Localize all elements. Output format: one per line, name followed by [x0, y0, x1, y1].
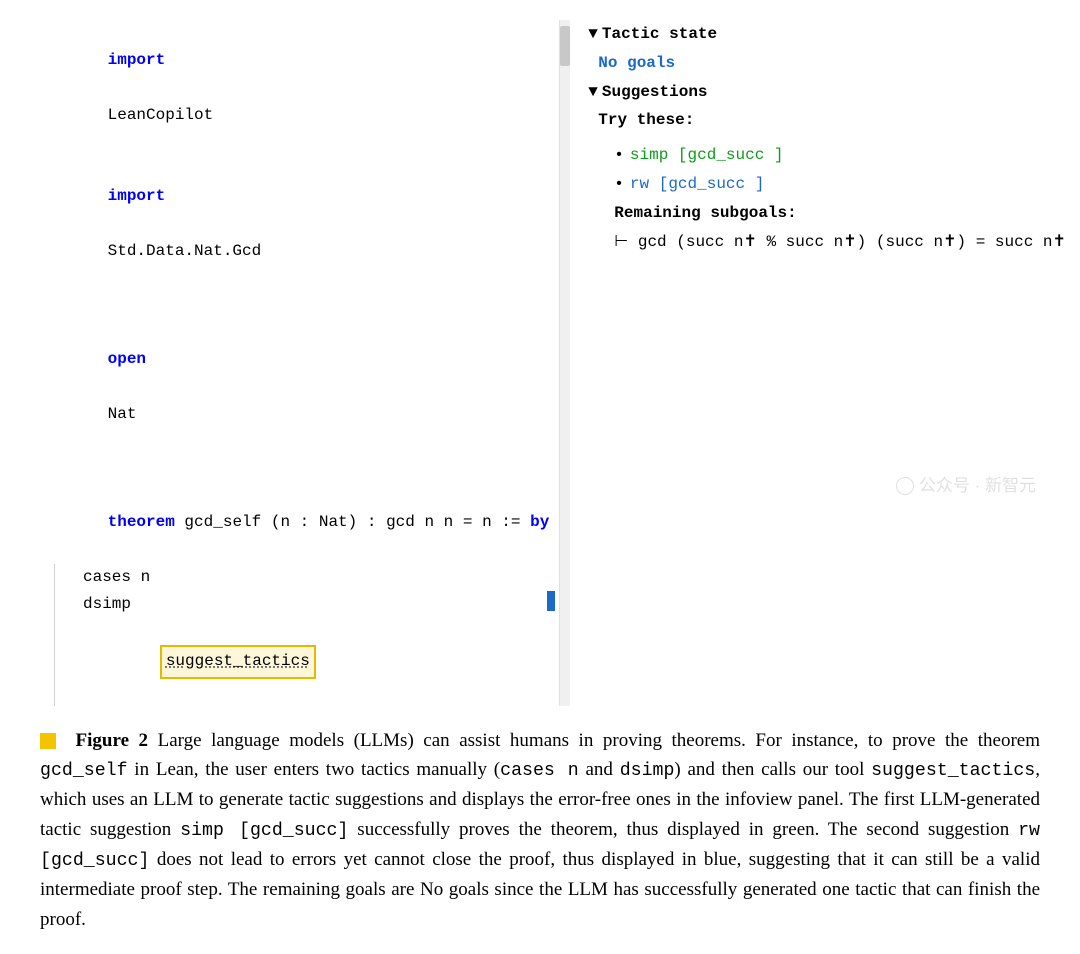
- suggestion-tactic-success: simp [gcd_succ ]: [630, 141, 784, 170]
- tactic-cases: cases n: [83, 564, 549, 591]
- remaining-subgoals-label: Remaining subgoals:: [588, 199, 1066, 228]
- caption-text: ) and then calls our tool: [674, 759, 871, 780]
- code-panel: import LeanCopilot import Std.Data.Nat.G…: [40, 20, 559, 706]
- figure-marker-icon: [40, 733, 56, 749]
- tactic-dsimp: dsimp: [83, 591, 549, 618]
- keyword-import: import: [108, 187, 166, 205]
- suggestion-item[interactable]: simp [gcd_succ ]: [614, 141, 1066, 170]
- editor-cursor-mark: [547, 591, 555, 611]
- code-line-import-1: import LeanCopilot: [50, 20, 549, 156]
- import-target: LeanCopilot: [108, 106, 214, 124]
- tactic-dsimp-text: dsimp: [83, 595, 131, 613]
- editor-scrollbar[interactable]: [559, 20, 570, 706]
- suggestion-item[interactable]: rw [gcd_succ ]: [614, 170, 1066, 199]
- no-goals-text: No goals: [588, 49, 1066, 78]
- keyword-open: open: [108, 350, 146, 368]
- chevron-down-icon: ▼: [588, 20, 598, 49]
- caption-text: successfully proves the theorem, thus di…: [348, 819, 1018, 840]
- remaining-subgoal: ⊢ gcd (succ n✝ % succ n✝) (succ n✝) = su…: [588, 228, 1066, 257]
- caption-text: does not lead to errors yet cannot close…: [40, 849, 1040, 930]
- code-inline: gcd_self: [40, 761, 128, 781]
- scrollbar-thumb[interactable]: [560, 26, 570, 66]
- code-line-theorem: theorem gcd_self (n : Nat) : gcd n n = n…: [50, 482, 549, 564]
- try-these-label: Try these:: [588, 106, 1066, 135]
- code-inline: suggest_tactics: [871, 761, 1035, 781]
- keyword-by: by: [530, 513, 549, 531]
- code-inline: simp [gcd_succ]: [180, 821, 348, 841]
- caption-text: and: [579, 759, 620, 780]
- suggest-tactics-highlight: suggest_tactics: [160, 645, 316, 678]
- suggestion-tactic-partial: rw [gcd_succ ]: [630, 170, 764, 199]
- keyword-theorem: theorem: [108, 513, 175, 531]
- keyword-import: import: [108, 51, 166, 69]
- figure-caption: Figure 2 Large language models (LLMs) ca…: [40, 726, 1040, 935]
- suggestions-list: simp [gcd_succ ] rw [gcd_succ ]: [588, 141, 1066, 199]
- infoview-panel: ▼ Tactic state No goals ▼ Suggestions Tr…: [570, 20, 1076, 706]
- figure-label: Figure 2: [76, 730, 149, 751]
- figure-top: import LeanCopilot import Std.Data.Nat.G…: [40, 20, 1040, 706]
- caption-text: Large language models (LLMs) can assist …: [148, 730, 1040, 751]
- tactic-suggest: suggest_tactics: [83, 618, 549, 706]
- caption-text: in Lean, the user enters two tactics man…: [128, 759, 501, 780]
- code-line-blank: [50, 455, 549, 482]
- code-inline: dsimp: [620, 761, 675, 781]
- import-target: Std.Data.Nat.Gcd: [108, 242, 262, 260]
- tactic-state-label: Tactic state: [602, 20, 717, 49]
- code-line-blank: [50, 292, 549, 319]
- theorem-signature: gcd_self (n : Nat) : gcd n n = n :=: [175, 513, 530, 531]
- turnstile-icon: ⊢ gcd (succ n✝ % succ n✝) (succ n✝) = su…: [614, 233, 1066, 251]
- suggestions-label: Suggestions: [602, 78, 708, 107]
- code-line-import-2: import Std.Data.Nat.Gcd: [50, 156, 549, 292]
- tactic-state-header[interactable]: ▼ Tactic state: [588, 20, 1066, 49]
- chevron-down-icon: ▼: [588, 78, 598, 107]
- suggestions-header[interactable]: ▼ Suggestions: [588, 78, 1066, 107]
- tactic-block: cases n dsimp suggest_tactics: [54, 564, 549, 706]
- open-target: Nat: [108, 405, 137, 423]
- code-line-open: open Nat: [50, 319, 549, 455]
- code-inline: cases n: [500, 761, 579, 781]
